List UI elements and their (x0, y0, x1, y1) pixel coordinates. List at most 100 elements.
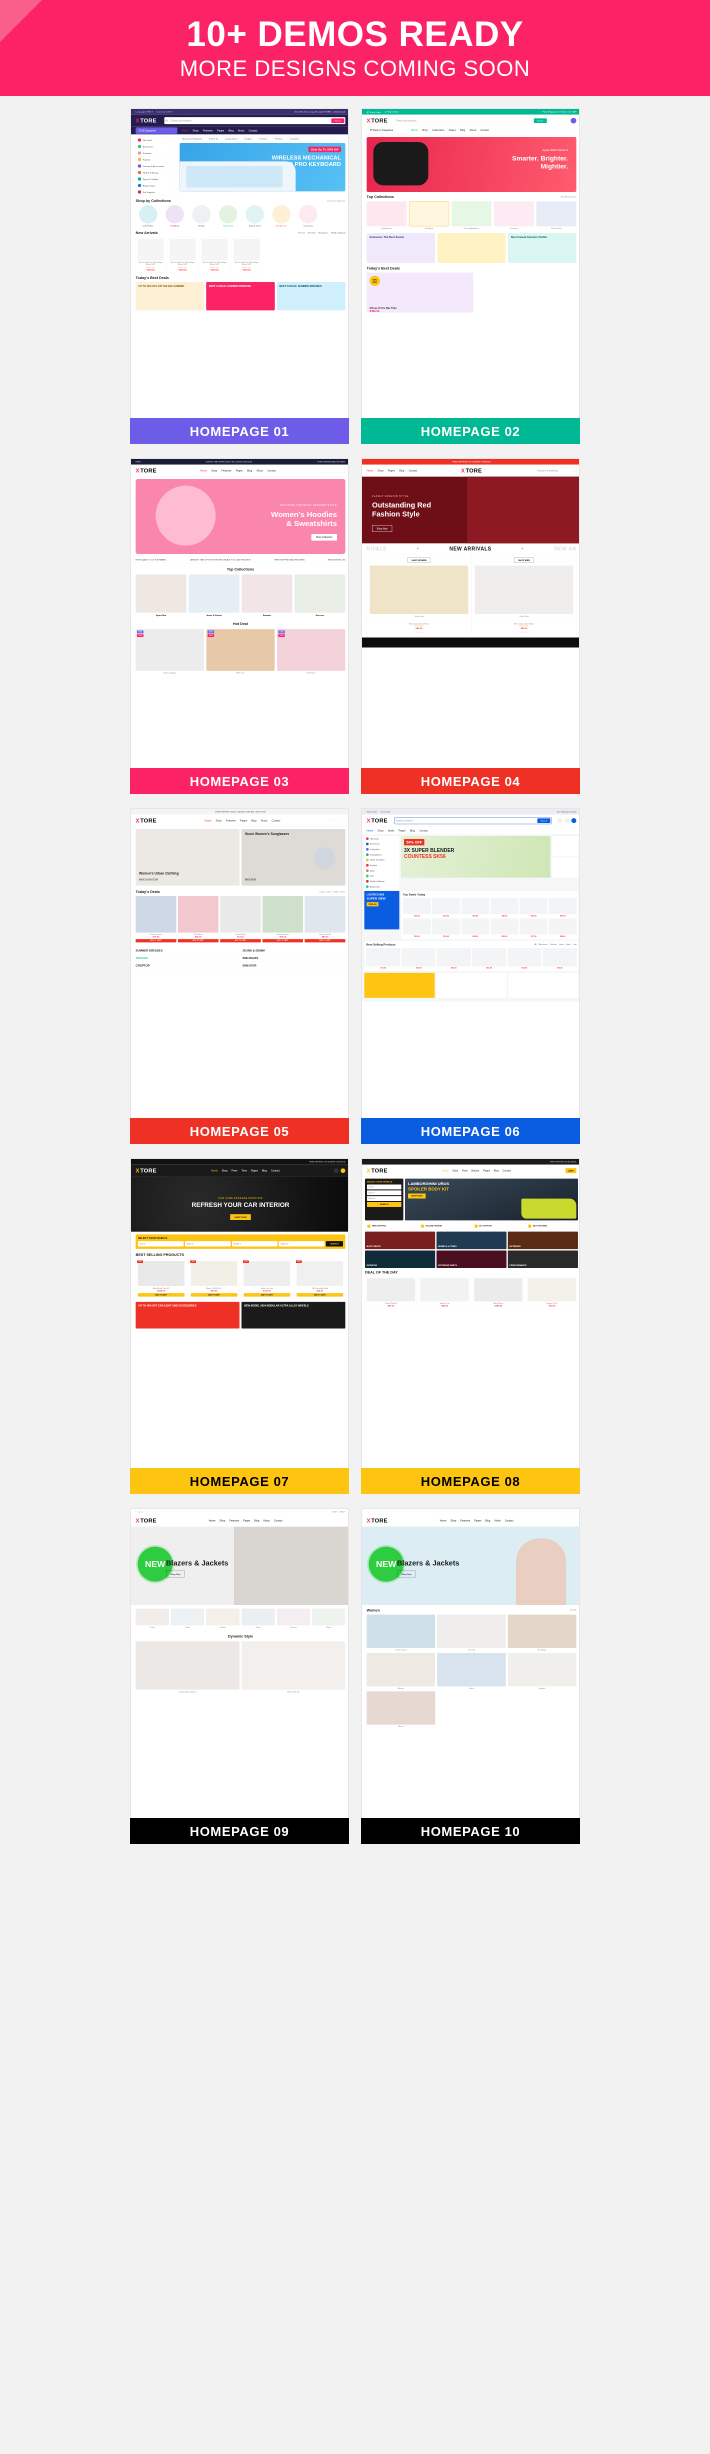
mini-deal-card[interactable]: 50% OFF iPhone 15 Pro Max Titan $499.00 (366, 272, 474, 313)
mini-nav-item[interactable]: Shop (378, 469, 384, 472)
mini-collection-item[interactable]: T-shirt (135, 1608, 169, 1628)
mini-product-card[interactable]: Exhaust Tip $49.00 (418, 1276, 471, 1309)
search-icon[interactable] (565, 1518, 570, 1523)
mini-collection-item[interactable]: Sport Bra (135, 574, 187, 616)
mini-tag-item[interactable]: SWEATER (242, 964, 345, 967)
mini-filter-pill[interactable]: Laptop Stand (222, 136, 241, 142)
mini-finder-select[interactable]: Make ▾ (184, 1241, 231, 1247)
demo-card-07[interactable]: FREE SHIPPING ON ORDERS OVER $199 X TORE … (130, 1158, 349, 1494)
demo-card-08[interactable]: FREE SHIPPING WORLDWIDE X TORE Home Shop Pa… (361, 1158, 580, 1494)
mini-nav-item[interactable]: Blog (399, 469, 404, 472)
mini-nav-item[interactable]: Contact (480, 129, 489, 132)
mini-product-card[interactable]: $15.00 (366, 947, 401, 969)
mini-nav-item[interactable]: Home (411, 129, 418, 132)
mini-product-card[interactable]: Sandals (507, 1652, 577, 1689)
mini-hero-banner[interactable]: LAMBORGHINI URUS SPOILER BODY KIT SHOP N… (404, 1178, 578, 1221)
mini-nav-item[interactable]: Parts (462, 1169, 468, 1172)
mini-product-card[interactable]: New Pad Air 128 GB Storage Black 2022 ★★… (167, 237, 198, 273)
mini-hero-button[interactable]: SHOP NOW (407, 1193, 426, 1199)
mini-collection-item[interactable]: Shirts (170, 1608, 205, 1628)
mini-finder-select[interactable]: Make ▾ (366, 1190, 402, 1196)
mini-nav-item[interactable]: About (263, 1519, 270, 1522)
demo-card-10[interactable]: X TORE Home Shop Features Pages Blog About Cont… (361, 1508, 580, 1844)
demo-thumbnail-preview[interactable]: FREE SHIPPING ON ORDERS OVER $199 X TORE … (130, 1158, 349, 1468)
mini-promo-card[interactable]: Best Casual Summer Outfits (507, 232, 577, 263)
mini-section-link[interactable]: View All Collections (560, 196, 576, 198)
mini-promo-card[interactable]: NEW MODEL 2024 MODULAR ULTRA ALLOY WHEEL… (241, 1301, 346, 1329)
mini-hero-button[interactable]: Shop Now (396, 1570, 416, 1578)
demo-label-06[interactable]: HOMEPAGE 06 (361, 1118, 580, 1144)
mini-category-card[interactable]: PERFORMANCE (507, 1250, 578, 1268)
search-icon[interactable] (334, 1518, 339, 1523)
mini-product-card[interactable]: New Pad Air 128 GB Storage Black 2022 ★★… (199, 237, 230, 273)
mini-collection-item[interactable]: Jeans & Denim (188, 574, 240, 616)
mini-section-link[interactable]: View All (570, 1609, 576, 1611)
mini-nav-item[interactable]: Home (440, 1519, 447, 1522)
demo-label-03[interactable]: HOMEPAGE 03 (130, 768, 349, 794)
demo-thumbnail-preview[interactable]: X TORE Home Shop Features Pages Blog About Cont… (361, 1508, 580, 1818)
mini-product-card[interactable]: Denim Jacket (366, 1614, 436, 1651)
mini-hero-banner[interactable]: CAR CARE PACKAGE FROM $39 REFRESH YOUR C… (131, 1176, 348, 1232)
wishlist-icon[interactable] (562, 117, 568, 124)
mini-nav-item[interactable]: Shop (452, 1169, 458, 1172)
demo-thumbnail-preview[interactable]: FREE SHIPPING ON ORDERS OVER $50 Home Sho… (361, 458, 580, 768)
mini-promo-card[interactable] (364, 972, 435, 998)
mini-category-card[interactable]: EXTERIOR (507, 1231, 578, 1250)
mini-nav-item[interactable]: Shop (193, 129, 199, 132)
mini-product-card[interactable]: $49.00 (490, 897, 519, 917)
mini-brand-logo[interactable]: X TORE (367, 817, 388, 823)
mini-tab[interactable]: All (534, 944, 536, 946)
demo-thumbnail-preview[interactable]: FREE SHIPPING ON ALL ORDERS OVER $99 - S… (130, 808, 349, 1118)
mini-product-card[interactable]: $36.00 (432, 918, 460, 937)
mini-nav-item[interactable]: Blog (228, 129, 233, 132)
mini-product-card[interactable]: Slim Cotton Chino Pants ★★★★★ $49.00 • ○… (471, 620, 577, 636)
mini-nav-item[interactable]: Pages (399, 829, 406, 832)
mini-product-card[interactable]: -20% LED Headlight Bulb $59.00 ADD TO CA… (294, 1258, 346, 1299)
wishlist-icon[interactable] (333, 468, 339, 473)
mini-product-card[interactable]: $19.00 (402, 897, 431, 917)
mini-nav-item[interactable]: Contact (419, 829, 428, 832)
demo-thumbnail-preview[interactable]: Sell on Xtore Track Order Free Shipping O… (361, 808, 580, 1118)
mini-nav-item[interactable]: Blog (485, 1519, 490, 1522)
mini-product-card[interactable]: -20% Alloy Wheel Rim 18" $299.00 ADD TO … (135, 1258, 187, 1299)
mini-product-card[interactable]: $39.00 (436, 947, 471, 969)
mini-topbar-help[interactable]: ◎ Help Center (385, 110, 399, 113)
mini-collection-item[interactable]: Handbags (162, 205, 187, 227)
mini-nav-item[interactable]: Deals (388, 829, 394, 832)
mini-hero-banner[interactable]: 54% OFF 3X SUPER BLENDER COUNTESS SK56 (400, 835, 551, 878)
mini-product-card[interactable]: New Pad Air 128 GB Storage Black 2022 ★★… (231, 237, 262, 273)
mini-search-input[interactable]: Search for anything ⌕ (536, 467, 577, 475)
mini-tab[interactable]: Health & Beauty (331, 232, 345, 234)
mini-nav-item[interactable]: Home (367, 469, 374, 472)
demo-card-05[interactable]: FREE SHIPPING ON ALL ORDERS OVER $99 - S… (130, 808, 349, 1144)
cart-icon[interactable] (340, 1518, 346, 1523)
mini-brand-logo[interactable]: X TORE (136, 817, 157, 823)
demo-label-10[interactable]: HOMEPAGE 10 (361, 1818, 580, 1844)
mini-sidebar-item[interactable]: Automotive (364, 884, 399, 889)
cart-icon[interactable] (570, 117, 577, 124)
mini-product-card[interactable]: Cotton Socks $12.00 ADD TO CART (220, 895, 261, 943)
mini-product-card[interactable]: New Pad Air 128 GB Storage Black 2022 ★★… (135, 237, 166, 273)
mini-nav-item[interactable]: Pages (236, 469, 243, 472)
mini-nav-item[interactable]: Contact (505, 1519, 514, 1522)
cart-icon[interactable] (571, 1518, 577, 1523)
mini-collection-item[interactable]: Kitchen Appliances (451, 201, 492, 230)
mini-finder-select[interactable]: Year ▾ (137, 1241, 184, 1247)
mini-collection-item[interactable]: Handbags (409, 201, 450, 230)
mini-filter-pill[interactable]: Cosmetics (286, 136, 302, 142)
mini-tab[interactable]: Home (559, 944, 564, 946)
mini-promo-card[interactable] (508, 972, 579, 998)
mini-lookbook-card[interactable]: SHOP MEN Check Shirt (471, 554, 577, 621)
account-icon[interactable] (326, 468, 332, 473)
mini-category-card[interactable]: BODY PARTS (364, 1231, 436, 1250)
mini-hero-button[interactable]: Shop Now (371, 524, 393, 532)
cart-icon[interactable] (571, 818, 577, 824)
mini-nav-item[interactable]: Shop (450, 1519, 456, 1522)
mini-tag-item[interactable]: SNEAKERS (242, 956, 345, 959)
demo-thumbnail-preview[interactable]: FREE SHIPPING WORLDWIDE X TORE Home Shop Pa… (361, 1158, 580, 1468)
mini-nav-item[interactable]: Pages (388, 469, 395, 472)
mini-collection-item[interactable]: Cosmetics (296, 205, 321, 227)
mini-category-button[interactable]: ☰ All Categories (135, 127, 178, 134)
mini-nav-item[interactable]: Features (203, 129, 213, 132)
mini-hero-banner[interactable]: FLASHY FASHION STYLE Outstanding Red Fash… (362, 476, 579, 544)
